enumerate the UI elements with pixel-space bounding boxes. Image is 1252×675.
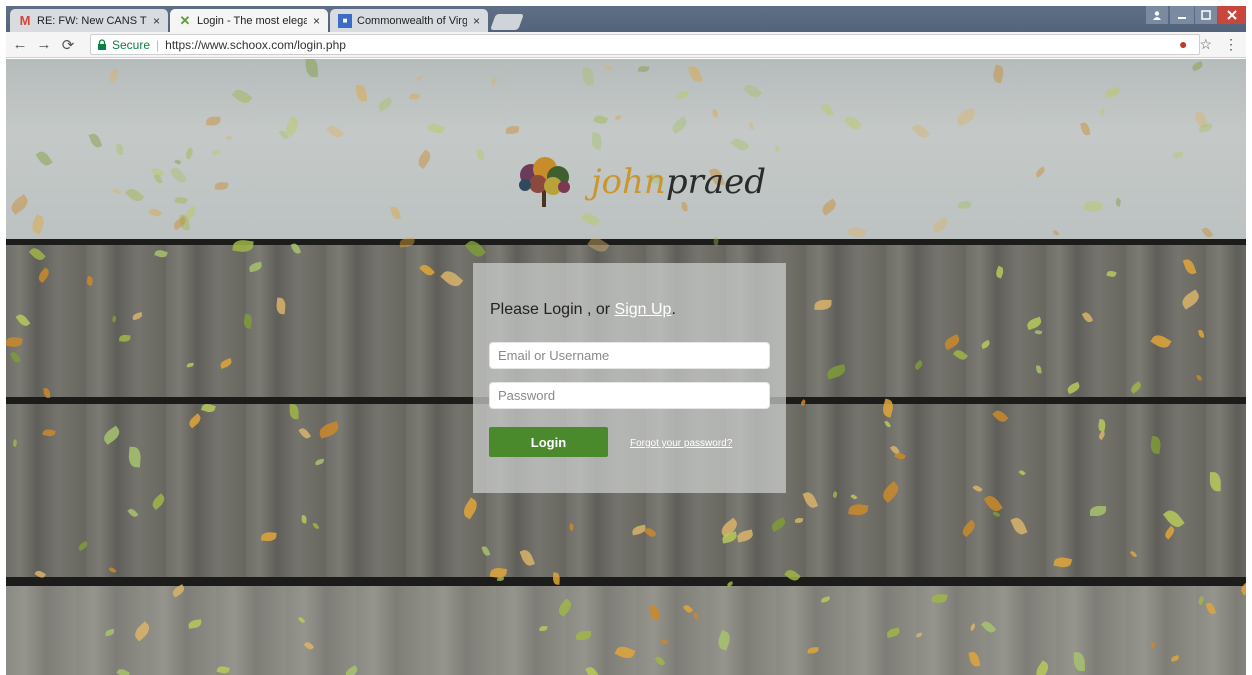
leaf-decoration xyxy=(116,143,124,156)
leaf-decoration xyxy=(1090,505,1107,516)
menu-icon[interactable]: ⋮ xyxy=(1224,36,1238,53)
sign-up-link[interactable]: Sign Up xyxy=(615,301,672,318)
background-gap xyxy=(6,577,1246,586)
bookmark-star-icon[interactable]: ☆ xyxy=(1199,36,1212,53)
tab-schoox-login[interactable]: ✕ Login - The most elegant × xyxy=(170,9,328,32)
close-icon[interactable]: × xyxy=(473,14,480,28)
user-icon[interactable] xyxy=(1146,6,1168,24)
forgot-password-link[interactable]: Forgot your password? xyxy=(630,438,732,449)
maximize-icon[interactable] xyxy=(1195,6,1217,24)
leaf-decoration xyxy=(712,109,718,118)
tab-title: Commonwealth of Virgin xyxy=(357,14,467,27)
logo-wordmark: johnpraed xyxy=(591,162,766,202)
leaf-decoration xyxy=(289,404,299,420)
reload-icon[interactable]: ⟳ xyxy=(58,36,78,54)
leaf-decoration xyxy=(748,122,754,130)
login-button[interactable]: Login xyxy=(489,427,608,457)
extension-icon[interactable]: ● xyxy=(1179,36,1187,53)
secure-indicator[interactable]: Secure xyxy=(97,38,150,52)
login-page: johnpraed Please Login , or Sign Up. Log… xyxy=(6,59,1246,675)
url-text: https://www.schoox.com/login.php xyxy=(165,37,346,52)
forward-icon[interactable]: → xyxy=(34,36,54,53)
window-close-icon[interactable] xyxy=(1218,6,1246,24)
browser-toolbar: ← → ⟳ Secure | https://www.schoox.com/lo… xyxy=(6,32,1246,58)
close-icon[interactable]: × xyxy=(153,14,160,28)
tab-title: RE: FW: New CANS Train xyxy=(37,14,147,27)
tab-title: Login - The most elegant xyxy=(197,14,307,27)
minimize-icon[interactable] xyxy=(1170,6,1194,24)
leaf-decoration xyxy=(305,59,318,78)
tree-logo-icon xyxy=(519,157,570,207)
password-field[interactable] xyxy=(489,382,770,409)
tab-gmail[interactable]: M RE: FW: New CANS Train × xyxy=(10,9,168,32)
schoox-icon: ✕ xyxy=(179,12,191,28)
url-separator: | xyxy=(156,37,160,52)
close-icon[interactable]: × xyxy=(313,14,320,28)
email-username-field[interactable] xyxy=(489,342,770,369)
secure-label: Secure xyxy=(112,37,151,52)
address-bar[interactable]: Secure | https://www.schoox.com/login.ph… xyxy=(90,34,1200,55)
new-tab-button[interactable] xyxy=(490,14,524,30)
login-heading: Please Login , or Sign Up. xyxy=(490,301,676,318)
leaf-decoration xyxy=(300,514,307,524)
login-panel: Please Login , or Sign Up. Login Forgot … xyxy=(473,263,786,493)
tab-strip: M RE: FW: New CANS Train × ✕ Login - The… xyxy=(6,6,1246,32)
lock-icon xyxy=(98,39,106,50)
back-icon[interactable]: ← xyxy=(10,36,30,53)
background-plank xyxy=(6,586,1246,675)
tab-commonwealth[interactable]: ■ Commonwealth of Virgin × xyxy=(330,9,488,32)
gmail-icon: M xyxy=(19,13,31,28)
leaf-decoration xyxy=(582,67,594,86)
site-icon: ■ xyxy=(338,13,352,28)
site-logo: johnpraed xyxy=(511,155,766,209)
